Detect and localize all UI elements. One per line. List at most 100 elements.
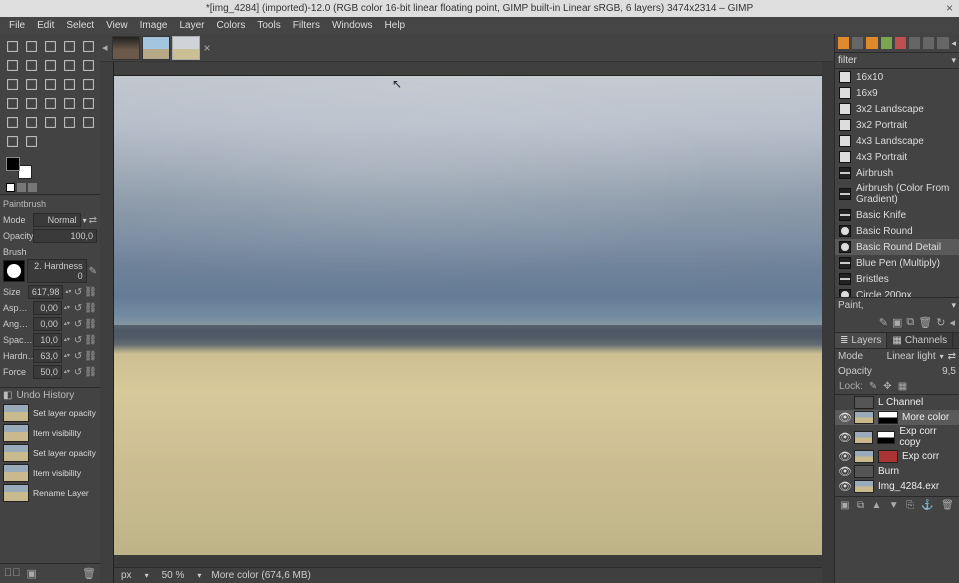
brush-preset[interactable]: 16x10: [835, 69, 959, 85]
tool-perspective[interactable]: [61, 57, 77, 73]
link-icon[interactable]: ⛓: [84, 319, 97, 330]
mode-select[interactable]: Normal: [33, 213, 81, 227]
reset-icon[interactable]: ↺: [74, 303, 82, 314]
new-layer-icon[interactable]: ▣: [840, 500, 849, 511]
dock-tab-brushes-icon[interactable]: [838, 37, 849, 49]
tool-dodge[interactable]: [61, 114, 77, 130]
lower-layer-icon[interactable]: ▼: [889, 500, 899, 511]
mode-link-icon[interactable]: ⇄: [89, 215, 97, 226]
menu-icon[interactable]: ◂: [949, 316, 955, 329]
opt-field-2[interactable]: 0,00: [33, 317, 62, 331]
zoom-select[interactable]: 50 %: [159, 570, 188, 581]
link-icon[interactable]: ⛓: [84, 287, 97, 298]
link-icon[interactable]: ⛓: [84, 351, 97, 362]
tool-rect-select[interactable]: [23, 38, 39, 54]
stepper-icon[interactable]: ▴▾: [64, 306, 72, 311]
layer-row[interactable]: L Channel: [835, 395, 959, 410]
link-icon[interactable]: ⛓: [84, 335, 97, 346]
dock-tab-fonts-icon[interactable]: [866, 37, 877, 49]
tool-flip[interactable]: [42, 57, 58, 73]
brush-name[interactable]: 2. Hardness 0: [27, 259, 87, 283]
dock-tab-paint-icon[interactable]: [895, 37, 906, 49]
edit-icon[interactable]: ✎: [879, 316, 888, 329]
brush-filter-bar[interactable]: filter ▾: [835, 52, 959, 69]
brush-preset[interactable]: Airbrush (Color From Gradient): [835, 181, 959, 207]
reset-icon[interactable]: ↺: [74, 319, 82, 330]
layer-name[interactable]: Exp corr copy: [899, 426, 956, 448]
image-tab-3[interactable]: [172, 36, 200, 60]
undo-item[interactable]: Set layer opacity: [0, 443, 100, 463]
brush-preset[interactable]: Bristles: [835, 271, 959, 287]
brush-preset[interactable]: Basic Round: [835, 223, 959, 239]
undo-delete-icon[interactable]: 🗑: [82, 567, 96, 580]
delete-layer-icon[interactable]: 🗑: [941, 500, 954, 511]
layer-row[interactable]: 👁Burn: [835, 464, 959, 479]
dock-tab-doc-icon[interactable]: [909, 37, 920, 49]
visibility-toggle-icon[interactable]: 👁: [838, 411, 850, 424]
lock-alpha-icon[interactable]: ▦: [898, 381, 907, 392]
tool-unified[interactable]: [80, 57, 96, 73]
tool-color-picker[interactable]: [4, 133, 20, 149]
menu-select[interactable]: Select: [61, 18, 99, 33]
lock-pixels-icon[interactable]: ✎: [869, 381, 877, 392]
image-tab-2[interactable]: [142, 36, 170, 60]
chevron-down-icon[interactable]: ▾: [951, 300, 956, 311]
menu-image[interactable]: Image: [135, 18, 173, 33]
undo-item[interactable]: Item visibility: [0, 423, 100, 443]
tool-crop[interactable]: [80, 38, 96, 54]
fg-bg-colors[interactable]: [6, 157, 32, 179]
menu-edit[interactable]: Edit: [32, 18, 59, 33]
stepper-icon[interactable]: ▴▾: [64, 338, 72, 343]
dock-tab-patterns-icon[interactable]: [852, 37, 863, 49]
opt-field-1[interactable]: 0,00: [33, 301, 62, 315]
chevron-down-icon[interactable]: ▾: [951, 55, 956, 66]
dock-tab-history-icon[interactable]: [881, 37, 892, 49]
tool-pencil[interactable]: [23, 95, 39, 111]
tab-close-icon[interactable]: ×: [204, 41, 211, 55]
brush-preset[interactable]: 4x3 Portrait: [835, 149, 959, 165]
brush-preset[interactable]: Airbrush: [835, 165, 959, 181]
menu-view[interactable]: View: [101, 18, 133, 33]
tool-smudge[interactable]: [42, 114, 58, 130]
menu-colors[interactable]: Colors: [211, 18, 250, 33]
tool-airbrush[interactable]: [80, 95, 96, 111]
brush-preset[interactable]: Basic Round Detail: [835, 239, 959, 255]
chevron-down-icon[interactable]: ▾: [145, 571, 149, 580]
menu-file[interactable]: File: [4, 18, 30, 33]
visibility-toggle-icon[interactable]: 👁: [838, 480, 850, 493]
dock-tab-tool-icon[interactable]: [923, 37, 934, 49]
reset-icon[interactable]: ↺: [74, 367, 82, 378]
ruler-horizontal[interactable]: [114, 62, 822, 76]
fg-color-swatch[interactable]: [6, 157, 20, 171]
stepper-icon[interactable]: ▴▾: [64, 370, 72, 375]
active-pattern-icon[interactable]: [17, 183, 26, 192]
layer-mode-select[interactable]: Linear light: [867, 351, 936, 362]
brush-preset[interactable]: 3x2 Portrait: [835, 117, 959, 133]
tool-zoom[interactable]: [23, 133, 39, 149]
refresh-icon[interactable]: ↻: [936, 316, 945, 329]
dock-menu-icon[interactable]: ◂: [952, 38, 957, 49]
tab-prev-icon[interactable]: ◂: [102, 41, 108, 54]
brush-preset[interactable]: Blue Pen (Multiply): [835, 255, 959, 271]
delete-icon[interactable]: 🗑: [918, 316, 932, 329]
undo-item[interactable]: Item visibility: [0, 463, 100, 483]
undo-history-tab-icon[interactable]: ◧: [3, 390, 12, 401]
menu-help[interactable]: Help: [380, 18, 411, 33]
tool-paths[interactable]: [42, 76, 58, 92]
opt-field-0[interactable]: 617,98: [28, 285, 64, 299]
brush-preset[interactable]: 4x3 Landscape: [835, 133, 959, 149]
layer-row[interactable]: 👁Img_4284.exr: [835, 479, 959, 494]
reset-icon[interactable]: ↺: [74, 351, 82, 362]
paint-dynamics-bar[interactable]: Paint, ▾: [835, 297, 959, 313]
brush-preset[interactable]: Basic Knife: [835, 207, 959, 223]
visibility-toggle-icon[interactable]: 👁: [838, 431, 850, 444]
tool-text[interactable]: [61, 76, 77, 92]
layer-row[interactable]: 👁Exp corr: [835, 449, 959, 464]
scrollbar-vertical[interactable]: [822, 62, 834, 583]
tool-gradient[interactable]: [4, 95, 20, 111]
undo-save-icon[interactable]: ▣: [27, 567, 37, 580]
brush-preset-list[interactable]: 16x1016x93x2 Landscape3x2 Portrait4x3 La…: [835, 69, 959, 297]
brush-preview[interactable]: [3, 260, 25, 282]
image-viewport[interactable]: ↖: [114, 76, 822, 555]
tool-cage[interactable]: [4, 76, 20, 92]
